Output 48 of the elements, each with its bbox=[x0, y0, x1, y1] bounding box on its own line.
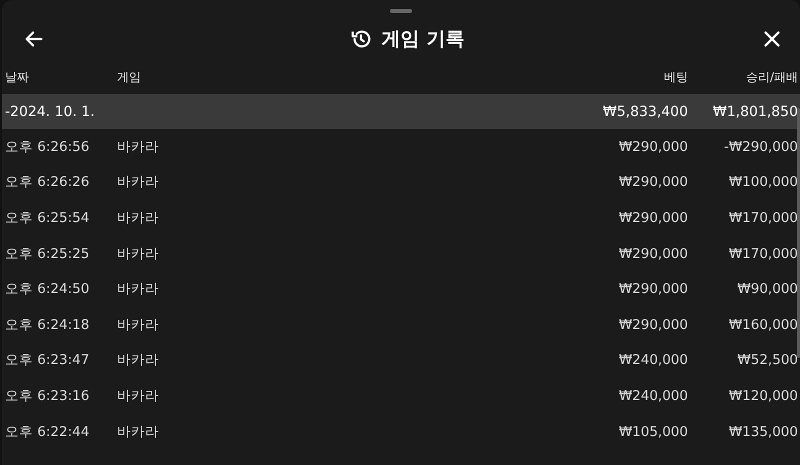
table-cell-text: 오후 6:22:44 bbox=[5, 422, 90, 441]
column-header: 게임 bbox=[117, 68, 142, 86]
table-cell-text: 바카라 bbox=[117, 280, 160, 298]
table-cell-text: 바카라 bbox=[117, 173, 160, 192]
table-cell-text: 바카라 bbox=[117, 386, 160, 405]
table-cell-text: ₩290,000 bbox=[618, 174, 688, 190]
table-cell-text: ₩290,000 bbox=[618, 210, 688, 226]
table-cell-text: 오후 6:26:26 bbox=[5, 173, 90, 192]
table-cell-text: ₩170,000 bbox=[728, 210, 798, 226]
table-cell-text: 바카라 bbox=[117, 351, 160, 370]
table-cell-text: ₩170,000 bbox=[728, 246, 798, 262]
table-cell-text: ₩290,000 bbox=[618, 246, 688, 262]
scrollbar[interactable] bbox=[797, 108, 800, 358]
history-icon bbox=[350, 28, 372, 50]
table-cell-text: 오후 6:25:54 bbox=[5, 208, 90, 227]
table-cell-text: 오후 6:24:50 bbox=[5, 280, 90, 298]
table-cell-text: 바카라 bbox=[117, 138, 160, 156]
table-cell-text: ₩240,000 bbox=[618, 352, 688, 368]
table-cell-text: ₩105,000 bbox=[618, 424, 688, 440]
group-date: -2024. 10. 1. bbox=[5, 104, 96, 120]
table-cell-text: ₩290,000 bbox=[618, 138, 688, 155]
table-cell-text: 오후 6:24:18 bbox=[5, 316, 90, 334]
table-cell-text: 오후 6:23:16 bbox=[5, 386, 90, 405]
column-header: 승리/패배 bbox=[744, 68, 798, 86]
table-cell-text: ₩135,000 bbox=[728, 424, 798, 440]
column-header: 날짜 bbox=[5, 68, 30, 86]
table-cell-text: ₩290,000 bbox=[618, 281, 688, 298]
table-cell-text: 바카라 bbox=[117, 244, 160, 263]
drag-handle[interactable] bbox=[390, 9, 412, 13]
table-cell-text: ₩240,000 bbox=[618, 388, 688, 404]
table-cell-text: ₩290,000 bbox=[618, 316, 688, 333]
date-group-row[interactable]: -2024. 10. 1. ₩5,833,400 ₩1,801,850 bbox=[2, 94, 800, 129]
window-title: 게임 기록 bbox=[382, 27, 464, 52]
table-cell-text: ₩160,000 bbox=[728, 316, 798, 333]
table-cell-text: ₩100,000 bbox=[728, 174, 798, 190]
table-cell-text: -₩290,000 bbox=[722, 138, 798, 155]
table-cell-text: 바카라 bbox=[117, 208, 160, 227]
table-cell-text: 오후 6:25:25 bbox=[5, 244, 90, 263]
group-bet-total: ₩5,833,400 bbox=[602, 104, 688, 120]
table-cell-text: ₩52,500 bbox=[736, 352, 798, 368]
column-header: 베팅 bbox=[663, 68, 688, 86]
table-cell-text: 오후 6:23:47 bbox=[5, 351, 90, 370]
table-cell-text: 바카라 bbox=[117, 316, 160, 334]
group-result-total: ₩1,801,850 bbox=[712, 104, 798, 120]
table-cell-text: 오후 6:26:56 bbox=[5, 138, 90, 156]
table-cell-text: ₩90,000 bbox=[736, 281, 798, 298]
table-cell-text: ₩120,000 bbox=[728, 388, 798, 404]
table-cell-text: 바카라 bbox=[117, 422, 160, 441]
